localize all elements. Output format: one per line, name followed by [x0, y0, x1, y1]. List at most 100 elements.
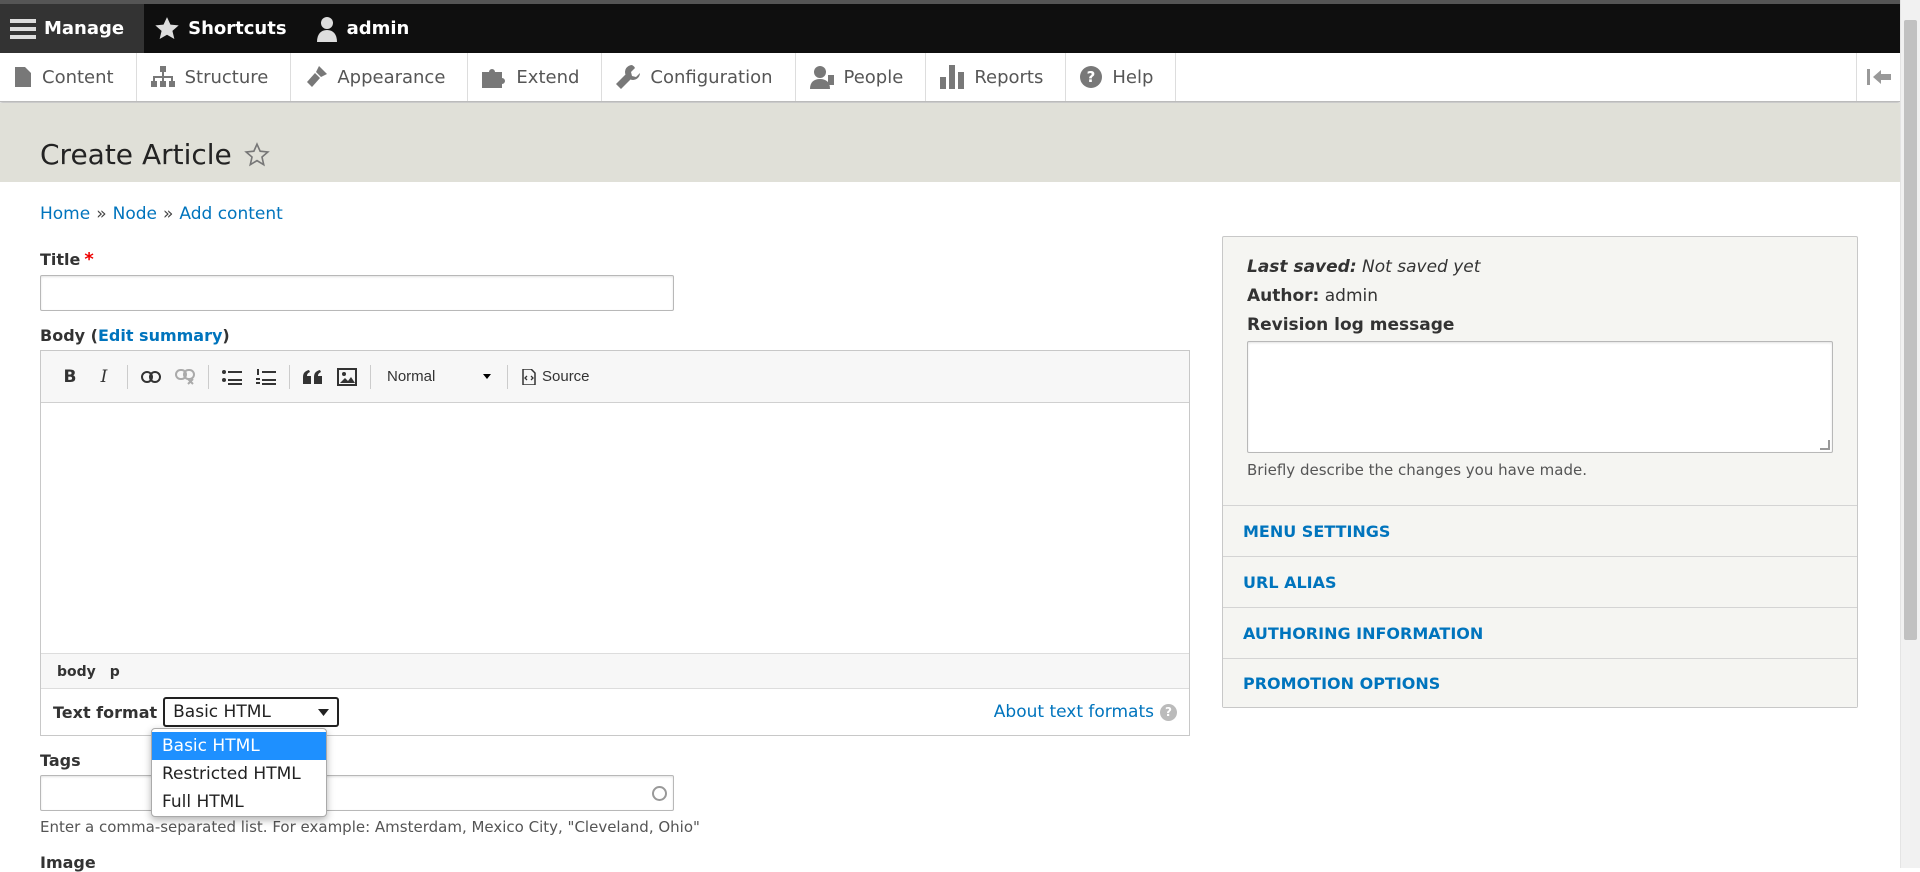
option-basic-html[interactable]: Basic HTML — [152, 732, 326, 760]
tray-item-reports[interactable]: Reports — [926, 53, 1067, 101]
author-value: admin — [1324, 286, 1379, 306]
about-text-formats-link[interactable]: About text formats — [994, 702, 1154, 722]
shortcuts-label: Shortcuts — [188, 18, 287, 39]
unlink-button[interactable] — [170, 362, 200, 392]
revision-log-textarea[interactable] — [1247, 341, 1833, 453]
toolbar-separator — [370, 364, 371, 389]
text-format-select[interactable]: Basic HTML — [163, 697, 340, 727]
menu-settings-section[interactable]: MENU SETTINGS — [1223, 505, 1857, 556]
breadcrumb-node[interactable]: Node — [113, 204, 157, 224]
page-title-text: Create Article — [40, 138, 232, 171]
path-item-p[interactable]: p — [110, 664, 120, 680]
path-item-body[interactable]: body — [57, 664, 96, 680]
star-outline-icon[interactable] — [243, 141, 270, 168]
tray-item-configuration[interactable]: Configuration — [602, 53, 796, 101]
italic-icon: I — [100, 366, 108, 387]
tray-item-label: People — [843, 66, 904, 88]
tray-item-label: Appearance — [337, 66, 446, 88]
manage-tab[interactable]: Manage — [0, 4, 145, 53]
source-button[interactable]: Source — [516, 368, 596, 385]
toolbar-separator — [127, 364, 128, 389]
image-label: Image — [40, 853, 96, 872]
scrollbar-thumb[interactable] — [1904, 20, 1917, 640]
editor-content-area[interactable] — [41, 403, 1189, 653]
select-arrow-icon — [318, 708, 330, 716]
toolbar-separator — [208, 364, 209, 389]
tray-item-label: Content — [42, 66, 114, 88]
paintbrush-icon — [307, 66, 328, 87]
collapse-arrow-icon — [1866, 69, 1891, 85]
breadcrumb-home[interactable]: Home — [40, 204, 90, 224]
question-icon: ? — [1080, 66, 1103, 88]
toggle-orientation-button[interactable] — [1856, 53, 1900, 101]
tray-item-label: Configuration — [650, 66, 773, 88]
person-icon — [809, 66, 834, 89]
last-saved-value: Not saved yet — [1362, 257, 1481, 277]
tray-item-content[interactable]: Content — [0, 53, 137, 101]
page-scrollbar[interactable] — [1900, 0, 1920, 868]
tray-item-extend[interactable]: Extend — [468, 53, 603, 101]
meta-info: Last saved: Not saved yet Author: admin … — [1223, 237, 1857, 479]
revision-label: Revision log message — [1247, 315, 1455, 335]
user-label: admin — [346, 18, 410, 39]
italic-button[interactable]: I — [89, 362, 119, 392]
numbered-list-button[interactable] — [251, 362, 281, 392]
page-title: Create Article — [40, 138, 270, 171]
authoring-information-section[interactable]: AUTHORING INFORMATION — [1223, 607, 1857, 658]
quote-icon — [303, 369, 322, 384]
bold-button[interactable]: B — [55, 362, 85, 392]
tags-input[interactable] — [40, 775, 674, 811]
paragraph-format-value: Normal — [387, 368, 436, 385]
shortcuts-tab[interactable]: Shortcuts — [144, 4, 304, 53]
user-tab[interactable]: admin — [305, 4, 428, 53]
revision-description: Briefly describe the changes you have ma… — [1247, 461, 1588, 479]
breadcrumb-separator: » — [162, 204, 174, 224]
toolbar-separator — [507, 364, 508, 389]
promotion-options-section[interactable]: PROMOTION OPTIONS — [1223, 658, 1857, 707]
blockquote-button[interactable] — [298, 362, 328, 392]
sitemap-icon — [150, 66, 175, 87]
admin-toolbar: Manage Shortcuts admin — [0, 0, 1900, 53]
title-label: Title * — [40, 249, 94, 270]
tray-item-structure[interactable]: Structure — [137, 53, 292, 101]
source-icon — [522, 368, 536, 385]
body-label-text: Body ( — [40, 326, 98, 345]
body-label: Body (Edit summary) — [40, 326, 230, 345]
meta-sidebar: Last saved: Not saved yet Author: admin … — [1222, 236, 1858, 708]
tray-item-people[interactable]: People — [796, 53, 927, 101]
editor-element-path: body p — [41, 653, 1189, 689]
admin-tray: Content Structure Appearance Extend Conf… — [0, 53, 1900, 102]
title-input[interactable] — [40, 275, 674, 311]
numbered-list-icon — [256, 368, 276, 385]
tags-label: Tags — [40, 751, 81, 770]
body-editor: B I Normal Source body p Text format Bas… — [40, 350, 1190, 736]
paragraph-format-dropdown[interactable]: Normal — [379, 362, 499, 392]
image-button[interactable] — [332, 362, 362, 392]
hamburger-icon — [10, 18, 36, 39]
title-label-text: Title — [40, 250, 81, 269]
tray-item-help[interactable]: ? Help — [1066, 53, 1177, 101]
svg-text:?: ? — [1087, 68, 1096, 86]
resize-grip-icon[interactable] — [1820, 440, 1830, 450]
url-alias-section[interactable]: URL ALIAS — [1223, 556, 1857, 607]
caret-down-icon — [483, 374, 491, 379]
option-full-html[interactable]: Full HTML — [152, 788, 326, 816]
option-restricted-html[interactable]: Restricted HTML — [152, 760, 326, 788]
breadcrumb-add-content[interactable]: Add content — [179, 204, 282, 224]
wrench-icon — [616, 65, 641, 89]
bold-icon: B — [63, 366, 77, 387]
tray-item-appearance[interactable]: Appearance — [291, 53, 469, 101]
tray-item-label: Structure — [184, 66, 269, 88]
manage-label: Manage — [44, 18, 125, 39]
star-icon — [155, 16, 179, 39]
body-label-close: ) — [222, 326, 230, 345]
bulleted-list-button[interactable] — [217, 362, 247, 392]
image-icon — [337, 367, 357, 386]
bulleted-list-icon — [222, 369, 242, 385]
link-button[interactable] — [136, 362, 166, 392]
about-text-formats[interactable]: About text formats ? — [994, 702, 1177, 722]
edit-summary-link[interactable]: Edit summary — [98, 326, 222, 345]
required-mark: * — [84, 249, 94, 270]
bar-chart-icon — [940, 65, 965, 89]
tags-description: Enter a comma-separated list. For exampl… — [40, 818, 700, 836]
